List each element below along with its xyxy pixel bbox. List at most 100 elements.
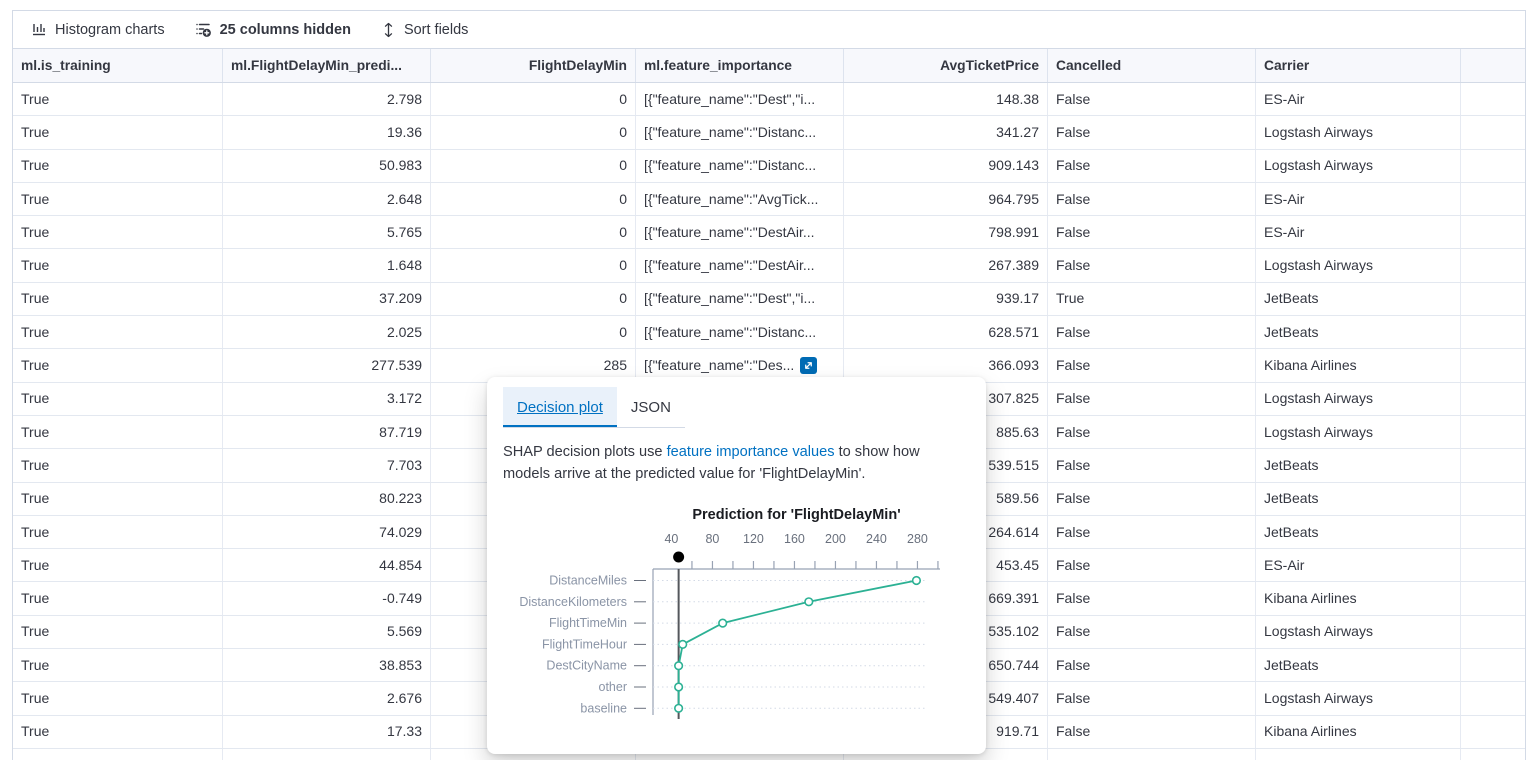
cell-is_training[interactable]: True — [13, 83, 223, 115]
cell-carrier[interactable]: ES-Air — [1256, 183, 1461, 215]
cell-is_training[interactable]: True — [13, 449, 223, 481]
cell-predicted[interactable]: 5.765 — [223, 216, 431, 248]
cell-importance[interactable]: [{"feature_name":"Dest","i... — [636, 83, 844, 115]
cell-carrier[interactable]: Logstash Airways — [1256, 682, 1461, 714]
cell-is_training[interactable]: True — [13, 183, 223, 215]
cell-carrier[interactable]: JetBeats — [1256, 516, 1461, 548]
cell-price[interactable]: 341.27 — [844, 116, 1048, 148]
cell-cancelled[interactable]: False — [1048, 649, 1256, 681]
column-header-price[interactable]: AvgTicketPrice — [844, 49, 1048, 82]
cell-delay[interactable]: 0 — [431, 216, 636, 248]
cell-is_training[interactable]: True — [13, 649, 223, 681]
column-header-carrier[interactable]: Carrier — [1256, 49, 1461, 82]
cell-extra[interactable] — [1461, 716, 1526, 748]
cell-is_training[interactable]: True — [13, 216, 223, 248]
cell-importance[interactable]: [{"feature_name":"DestAir... — [636, 216, 844, 248]
cell-cancelled[interactable]: False — [1048, 582, 1256, 614]
cell-is_training[interactable]: True — [13, 150, 223, 182]
cell-cancelled[interactable]: False — [1048, 249, 1256, 281]
cell-delay[interactable]: 0 — [431, 183, 636, 215]
cell-price[interactable]: 798.991 — [844, 216, 1048, 248]
cell-extra[interactable] — [1461, 649, 1526, 681]
cell-predicted[interactable]: 277.539 — [223, 349, 431, 381]
cell-extra[interactable] — [1461, 216, 1526, 248]
cell-is_training[interactable]: True — [13, 249, 223, 281]
cell-delay[interactable]: 0 — [431, 283, 636, 315]
cell-extra[interactable] — [1461, 516, 1526, 548]
cell-carrier[interactable]: Logstash Airways — [1256, 416, 1461, 448]
cell-cancelled[interactable]: False — [1048, 116, 1256, 148]
data-point-marker[interactable] — [679, 641, 687, 649]
cell-cancelled[interactable]: False — [1048, 616, 1256, 648]
cell-price[interactable]: 939.17 — [844, 283, 1048, 315]
cell-carrier[interactable]: Logstash Airways — [1256, 150, 1461, 182]
cell-is_training[interactable]: True — [13, 383, 223, 415]
cell-carrier[interactable]: Kibana Airlines — [1256, 716, 1461, 748]
cell-predicted[interactable]: 87.719 — [223, 416, 431, 448]
cell-extra[interactable] — [1461, 183, 1526, 215]
cell-carrier[interactable]: ES-Air — [1256, 216, 1461, 248]
cell-extra[interactable] — [1461, 249, 1526, 281]
cell-predicted[interactable]: 44.854 — [223, 549, 431, 581]
cell-predicted[interactable]: 1.648 — [223, 249, 431, 281]
data-point-marker[interactable] — [913, 577, 921, 585]
cell-carrier[interactable]: Logstash Airways — [1256, 116, 1461, 148]
cell-cancelled[interactable]: False — [1048, 516, 1256, 548]
expand-cell-button[interactable] — [800, 357, 817, 374]
cell-cancelled[interactable]: False — [1048, 383, 1256, 415]
cell-is_training[interactable]: True — [13, 616, 223, 648]
cell-extra[interactable] — [1461, 116, 1526, 148]
cell-carrier[interactable]: JetBeats — [1256, 483, 1461, 515]
cell-extra[interactable] — [1461, 283, 1526, 315]
cell-extra[interactable] — [1461, 316, 1526, 348]
cell-predicted[interactable]: 2.798 — [223, 83, 431, 115]
cell-cancelled[interactable]: False — [1048, 416, 1256, 448]
data-point-marker[interactable] — [675, 662, 683, 670]
cell-predicted[interactable]: -0.749 — [223, 582, 431, 614]
cell-is_training[interactable]: True — [13, 283, 223, 315]
cell-is_training[interactable]: True — [13, 682, 223, 714]
cell-predicted[interactable]: 74.029 — [223, 516, 431, 548]
cell-cancelled[interactable]: False — [1048, 449, 1256, 481]
cell-carrier[interactable]: ES-Air — [1256, 549, 1461, 581]
cell-cancelled[interactable]: False — [1048, 483, 1256, 515]
column-header-predicted[interactable]: ml.FlightDelayMin_predi... — [223, 49, 431, 82]
cell-cancelled[interactable]: False — [1048, 716, 1256, 748]
cell-predicted[interactable]: 38.853 — [223, 649, 431, 681]
cell-predicted[interactable]: 5.569 — [223, 616, 431, 648]
cell-extra[interactable] — [1461, 682, 1526, 714]
cell-cancelled[interactable]: False — [1048, 682, 1256, 714]
cell-carrier[interactable]: ES-Air — [1256, 83, 1461, 115]
cell-extra[interactable] — [1461, 349, 1526, 381]
cell-carrier[interactable]: JetBeats — [1256, 449, 1461, 481]
cell-is_training[interactable]: True — [13, 349, 223, 381]
column-header-is_training[interactable]: ml.is_training — [13, 49, 223, 82]
cell-predicted[interactable]: 86.404 — [223, 749, 431, 760]
cell-price[interactable]: 964.795 — [844, 183, 1048, 215]
cell-extra[interactable] — [1461, 83, 1526, 115]
tab-json[interactable]: JSON — [617, 387, 685, 427]
cell-extra[interactable] — [1461, 383, 1526, 415]
cell-predicted[interactable]: 7.703 — [223, 449, 431, 481]
cell-cancelled[interactable]: False — [1048, 183, 1256, 215]
cell-cancelled[interactable]: True — [1048, 283, 1256, 315]
columns-hidden-button[interactable]: 25 columns hidden — [195, 21, 351, 38]
cell-importance[interactable]: [{"feature_name":"Distanc... — [636, 316, 844, 348]
cell-is_training[interactable]: True — [13, 749, 223, 760]
cell-predicted[interactable]: 2.676 — [223, 682, 431, 714]
cell-is_training[interactable]: True — [13, 116, 223, 148]
cell-delay[interactable]: 0 — [431, 316, 636, 348]
cell-extra[interactable] — [1461, 749, 1526, 760]
data-point-marker[interactable] — [719, 619, 727, 627]
data-point-marker[interactable] — [675, 705, 683, 713]
cell-predicted[interactable]: 37.209 — [223, 283, 431, 315]
cell-is_training[interactable]: True — [13, 516, 223, 548]
cell-predicted[interactable]: 80.223 — [223, 483, 431, 515]
cell-is_training[interactable]: True — [13, 582, 223, 614]
cell-price[interactable]: 628.571 — [844, 316, 1048, 348]
cell-predicted[interactable]: 19.36 — [223, 116, 431, 148]
column-header-cancelled[interactable]: Cancelled — [1048, 49, 1256, 82]
cell-price[interactable]: 267.389 — [844, 249, 1048, 281]
cell-predicted[interactable]: 3.172 — [223, 383, 431, 415]
cell-cancelled[interactable]: False — [1048, 549, 1256, 581]
